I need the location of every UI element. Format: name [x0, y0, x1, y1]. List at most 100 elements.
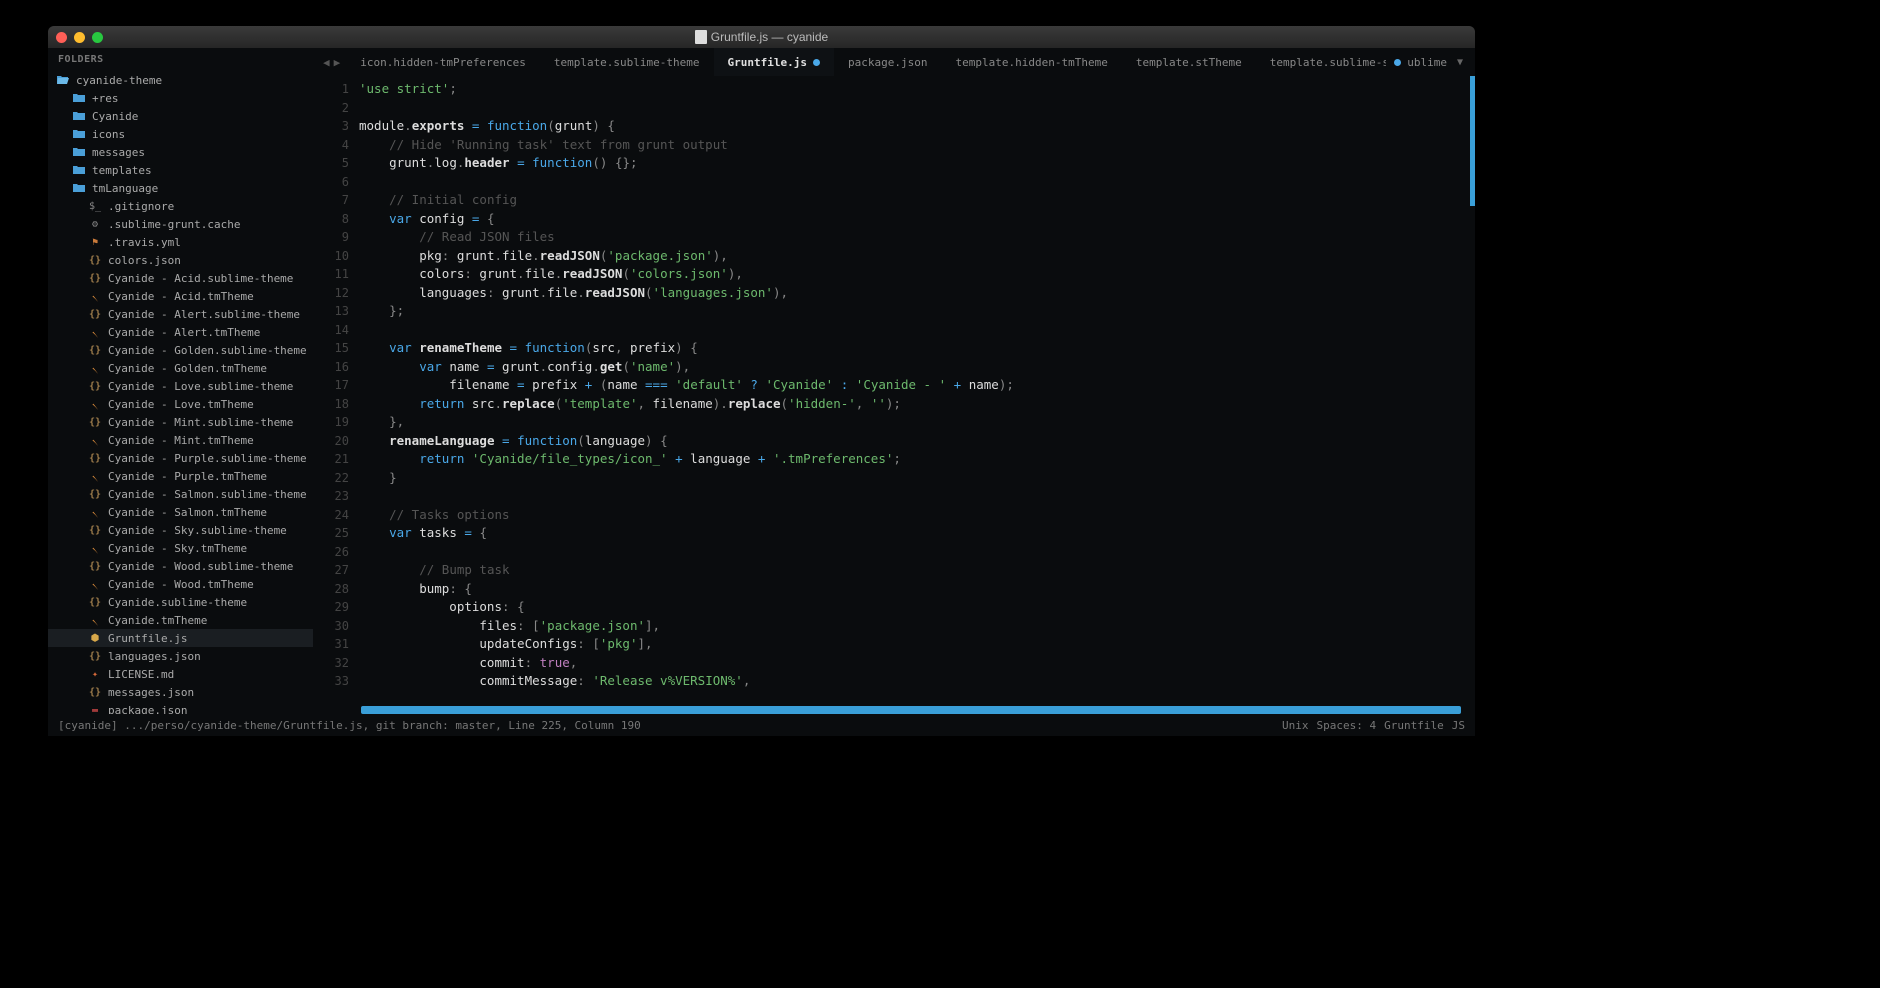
editor[interactable]: 1234567891011121314151617181920212223242…: [313, 76, 1475, 714]
theme-icon: ৲: [88, 398, 102, 410]
tree-item[interactable]: $_.gitignore: [48, 197, 313, 215]
tree-item[interactable]: ৲Cyanide - Golden.tmTheme: [48, 359, 313, 377]
tab-label: Gruntfile.js: [728, 56, 807, 69]
tree-item[interactable]: {} languages.json: [48, 647, 313, 665]
tree-item[interactable]: {}Cyanide - Salmon.sublime-theme: [48, 485, 313, 503]
tab-cut[interactable]: ublime: [1386, 48, 1449, 76]
tab[interactable]: template.sublime-theme: [540, 48, 714, 76]
tree-item-label: Cyanide.sublime-theme: [108, 596, 247, 609]
tree-item[interactable]: {}Cyanide.sublime-theme: [48, 593, 313, 611]
tree-item[interactable]: {}Cyanide - Golden.sublime-theme: [48, 341, 313, 359]
code-line: [359, 543, 1475, 562]
line-number: 30: [313, 617, 349, 636]
tree-item[interactable]: {}Cyanide - Purple.sublime-theme: [48, 449, 313, 467]
tree-item[interactable]: {}Cyanide - Love.sublime-theme: [48, 377, 313, 395]
json-icon: {}: [88, 272, 102, 284]
tab[interactable]: package.json: [834, 48, 941, 76]
code-line: // Read JSON files: [359, 228, 1475, 247]
minimap-scrollbar[interactable]: [1470, 76, 1475, 206]
tab[interactable]: icon.hidden-tmPreferences: [346, 48, 540, 76]
tab[interactable]: template.sublime-settings: [1256, 48, 1386, 76]
tabs-host: icon.hidden-tmPreferences template.sublim…: [346, 48, 1386, 76]
line-number: 9: [313, 228, 349, 247]
tree-item[interactable]: ৲Cyanide - Purple.tmTheme: [48, 467, 313, 485]
tree-item[interactable]: ৲Cyanide - Love.tmTheme: [48, 395, 313, 413]
tree-item-label: Gruntfile.js: [108, 632, 187, 645]
code-line: [359, 321, 1475, 340]
tab[interactable]: template.hidden-tmTheme: [942, 48, 1122, 76]
tree-item[interactable]: {}Cyanide - Mint.sublime-theme: [48, 413, 313, 431]
tree-item[interactable]: ⚙.sublime-grunt.cache: [48, 215, 313, 233]
tree-item[interactable]: {}Cyanide - Acid.sublime-theme: [48, 269, 313, 287]
tree-item[interactable]: {}colors.json: [48, 251, 313, 269]
tree-item-label: languages.json: [108, 650, 201, 663]
tree-item[interactable]: templates: [48, 161, 313, 179]
tree-item-label: messages.json: [108, 686, 194, 699]
code-line: [359, 99, 1475, 118]
json-icon: {}: [88, 416, 102, 428]
line-number: 2: [313, 99, 349, 118]
tree-item[interactable]: ⬢ Gruntfile.js: [48, 629, 313, 647]
code-line: bump: {: [359, 580, 1475, 599]
tree-item[interactable]: ⚑.travis.yml: [48, 233, 313, 251]
tree-item-label: Cyanide - Wood.sublime-theme: [108, 560, 293, 573]
tree-item[interactable]: {}Cyanide - Alert.sublime-theme: [48, 305, 313, 323]
tree-item[interactable]: ৲Cyanide - Wood.tmTheme: [48, 575, 313, 593]
nav-back-icon[interactable]: ◀: [323, 56, 330, 69]
code-line: var name = grunt.config.get('name'),: [359, 358, 1475, 377]
tab-label: template.sublime-theme: [554, 56, 700, 69]
tab[interactable]: template.stTheme: [1122, 48, 1256, 76]
code-line: };: [359, 302, 1475, 321]
tree-item[interactable]: ৲Cyanide - Acid.tmTheme: [48, 287, 313, 305]
tree-item-label: Cyanide - Alert.tmTheme: [108, 326, 260, 339]
code-line: // Hide 'Running task' text from grunt o…: [359, 136, 1475, 155]
tree-item[interactable]: icons: [48, 125, 313, 143]
tree-item[interactable]: {}Cyanide - Sky.sublime-theme: [48, 521, 313, 539]
json-icon: {}: [88, 650, 102, 662]
tree-item-label: messages: [92, 146, 145, 159]
tree-item[interactable]: tmLanguage: [48, 179, 313, 197]
horizontal-scrollbar[interactable]: [361, 706, 1461, 714]
tree-item-label: Cyanide - Acid.tmTheme: [108, 290, 254, 303]
tree-item[interactable]: ✦LICENSE.md: [48, 665, 313, 683]
tab-overflow-icon[interactable]: ▼: [1449, 57, 1471, 68]
tree-item[interactable]: ৲Cyanide - Salmon.tmTheme: [48, 503, 313, 521]
tree-item[interactable]: {}Cyanide - Wood.sublime-theme: [48, 557, 313, 575]
dirty-indicator-icon: [1394, 59, 1401, 66]
code-line: return 'Cyanide/file_types/icon_' + lang…: [359, 450, 1475, 469]
code-line: // Initial config: [359, 191, 1475, 210]
tree-item[interactable]: ৲Cyanide - Alert.tmTheme: [48, 323, 313, 341]
line-number: 32: [313, 654, 349, 673]
status-language[interactable]: JS: [1452, 719, 1465, 732]
line-number: 29: [313, 598, 349, 617]
folder-icon: [72, 92, 86, 104]
tab-label: ublime: [1407, 56, 1447, 69]
tree-item[interactable]: Cyanide: [48, 107, 313, 125]
folder-open-icon: [56, 74, 70, 86]
code-area[interactable]: 'use strict';module.exports = function(g…: [359, 76, 1475, 714]
tree-item[interactable]: ৲Cyanide.tmTheme: [48, 611, 313, 629]
status-bar: [cyanide] .../perso/cyanide-theme/Gruntf…: [48, 714, 1475, 736]
js-icon: ⬢: [88, 632, 102, 644]
dollar-icon: $_: [88, 200, 102, 212]
json-icon: {}: [88, 524, 102, 536]
status-encoding[interactable]: Unix: [1282, 719, 1309, 732]
line-number: 3: [313, 117, 349, 136]
status-spaces[interactable]: Spaces: 4: [1317, 719, 1377, 732]
tree-item[interactable]: {}messages.json: [48, 683, 313, 701]
code-line: // Bump task: [359, 561, 1475, 580]
tree-item[interactable]: ৲Cyanide - Sky.tmTheme: [48, 539, 313, 557]
tree-item[interactable]: messages: [48, 143, 313, 161]
theme-icon: ৲: [88, 614, 102, 626]
code-line: commit: true,: [359, 654, 1475, 673]
line-number: 20: [313, 432, 349, 451]
app-window: Gruntfile.js — cyanide FOLDERS cyanide-t…: [48, 26, 1475, 736]
tree-item[interactable]: ▬package.json: [48, 701, 313, 714]
line-number: 8: [313, 210, 349, 229]
tab[interactable]: Gruntfile.js: [714, 48, 834, 76]
nav-forward-icon[interactable]: ▶: [334, 56, 341, 69]
tree-item[interactable]: ৲Cyanide - Mint.tmTheme: [48, 431, 313, 449]
tree-item[interactable]: +res: [48, 89, 313, 107]
status-file[interactable]: Gruntfile: [1384, 719, 1444, 732]
tree-item[interactable]: cyanide-theme: [48, 71, 313, 89]
